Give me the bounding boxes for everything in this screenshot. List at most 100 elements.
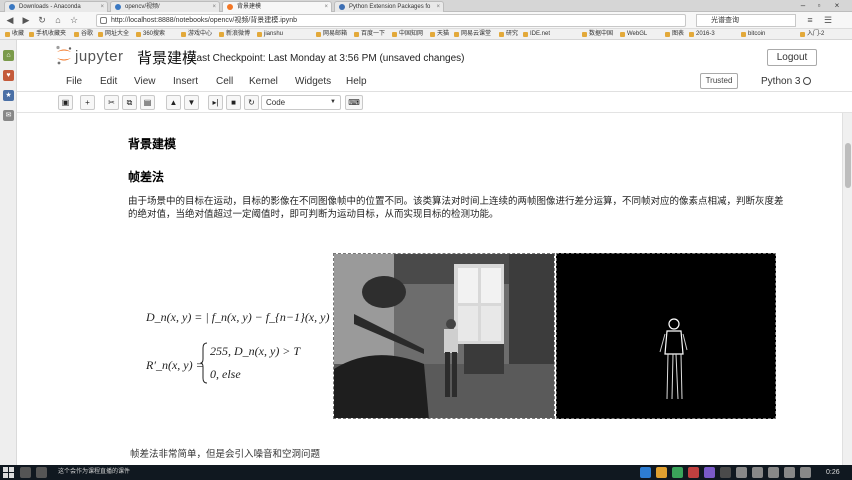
windows-start-icon[interactable] bbox=[3, 467, 14, 478]
sidebar-app-icon[interactable]: ♥ bbox=[3, 70, 14, 81]
bookmark-item[interactable]: 百度一下 bbox=[353, 30, 385, 39]
taskbar-app-icon[interactable] bbox=[704, 467, 715, 478]
copy-icon[interactable]: ⧉ bbox=[122, 95, 137, 110]
paste-icon[interactable]: ▤ bbox=[140, 95, 155, 110]
bookmark-item[interactable]: 游戏中心 bbox=[180, 30, 212, 39]
bookmark-item[interactable]: 入门-2 bbox=[799, 30, 824, 39]
bookmark-item[interactable]: 新浪微博 bbox=[218, 30, 250, 39]
menu-insert[interactable]: Insert bbox=[173, 76, 198, 87]
address-bar: ◀ ▶ ↻ ⌂ ☆ http://localhost:8888/notebook… bbox=[0, 12, 852, 29]
browser-tab[interactable]: opencv/视频/ × bbox=[110, 1, 220, 12]
scrollbar[interactable] bbox=[842, 113, 852, 465]
tab-label: Downloads - Anaconda bbox=[19, 4, 81, 10]
bookmark-item[interactable]: IDE.net bbox=[522, 30, 550, 39]
bookmark-item[interactable]: 2016-3 bbox=[688, 30, 715, 39]
scroll-thumb[interactable] bbox=[845, 143, 851, 188]
bookmark-item[interactable]: 网址大全 bbox=[97, 30, 129, 39]
volume-icon[interactable] bbox=[768, 467, 779, 478]
bookmark-item[interactable]: 网易邮箱 bbox=[315, 30, 347, 39]
close-icon[interactable]: × bbox=[100, 2, 104, 12]
difference-image bbox=[556, 253, 776, 419]
tray-icon[interactable] bbox=[736, 467, 747, 478]
input-method-icon[interactable] bbox=[800, 467, 811, 478]
home-icon[interactable]: ⌂ bbox=[52, 14, 64, 26]
tray-icon[interactable] bbox=[752, 467, 763, 478]
cut-icon[interactable]: ✂ bbox=[104, 95, 119, 110]
bookmark-item[interactable]: 手机收藏夹 bbox=[28, 30, 66, 39]
browser-tab[interactable]: Downloads - Anaconda × bbox=[4, 1, 108, 12]
maximize-icon[interactable]: ▫ bbox=[812, 0, 826, 11]
bookmark-item[interactable]: 360搜索 bbox=[135, 30, 165, 39]
browser-search-input[interactable]: 光谱查询 bbox=[696, 14, 796, 27]
cell-type-select[interactable]: Code ▼ bbox=[261, 95, 341, 110]
browser-tab[interactable]: Python Extension Packages fo × bbox=[334, 1, 444, 12]
extensions-icon[interactable]: ≡ bbox=[804, 14, 816, 26]
bookmark-item[interactable]: WebGL bbox=[619, 30, 647, 39]
taskbar-notice[interactable]: 这个会作为课程直播的课件 bbox=[58, 468, 130, 477]
restart-icon[interactable]: ↻ bbox=[244, 95, 259, 110]
sidebar-app-icon[interactable]: ★ bbox=[3, 90, 14, 101]
formula-threshold-case1: 255, D_n(x, y) > T bbox=[210, 344, 301, 358]
network-icon[interactable] bbox=[784, 467, 795, 478]
jupyter-wordmark[interactable]: jupyter bbox=[75, 48, 124, 65]
sidebar-app-icon[interactable]: ✉ bbox=[3, 110, 14, 121]
taskbar-app-icon[interactable] bbox=[640, 467, 651, 478]
close-icon[interactable]: × bbox=[324, 2, 328, 12]
jupyter-logo-icon[interactable] bbox=[55, 45, 73, 65]
close-window-icon[interactable]: × bbox=[830, 0, 844, 11]
taskbar-app-icon[interactable] bbox=[688, 467, 699, 478]
search-icon[interactable] bbox=[20, 467, 31, 478]
browser-sidebar: ⌂ ♥ ★ ✉ bbox=[0, 40, 17, 465]
back-icon[interactable]: ◀ bbox=[4, 14, 16, 26]
task-view-icon[interactable] bbox=[36, 467, 47, 478]
taskbar-app-icon[interactable] bbox=[720, 467, 731, 478]
taskbar-app-icon[interactable] bbox=[672, 467, 683, 478]
search-text: 光谱查询 bbox=[711, 17, 739, 24]
bookmark-item[interactable]: jianshu bbox=[256, 30, 283, 39]
menu-widgets[interactable]: Widgets bbox=[295, 76, 331, 87]
menu-icon[interactable]: ☰ bbox=[822, 14, 834, 26]
bookmark-item[interactable]: 中国知网 bbox=[391, 30, 423, 39]
kernel-status-icon bbox=[803, 77, 812, 85]
close-icon[interactable]: × bbox=[436, 2, 440, 12]
menu-edit[interactable]: Edit bbox=[100, 76, 117, 87]
sidebar-app-icon[interactable]: ⌂ bbox=[3, 50, 14, 61]
bookmark-item[interactable]: 谷歌 bbox=[73, 30, 93, 39]
formula-threshold-lhs: R′_n(x, y) = bbox=[146, 358, 204, 372]
notebook-toolbar: ▣ + ✂ ⧉ ▤ ▲ ▼ ▸| ■ ↻ Code ▼ ⌨ bbox=[17, 92, 852, 113]
bookmark-item[interactable]: bitcoin bbox=[740, 30, 765, 39]
taskbar-app-icon[interactable] bbox=[656, 467, 667, 478]
close-icon[interactable]: × bbox=[212, 2, 216, 12]
tab-favicon-icon bbox=[115, 4, 121, 10]
notebook-title[interactable]: 背景建模 bbox=[137, 47, 197, 68]
bookmark-item[interactable]: 图表 bbox=[664, 30, 684, 39]
browser-tab-active[interactable]: 背景建模 × bbox=[222, 1, 332, 12]
logout-button[interactable]: Logout bbox=[767, 49, 817, 66]
bookmark-item[interactable]: 收藏 bbox=[4, 30, 24, 39]
jupyter-header: jupyter 背景建模 Last Checkpoint: Last Monda… bbox=[17, 40, 852, 70]
move-up-icon[interactable]: ▲ bbox=[166, 95, 181, 110]
forward-icon[interactable]: ▶ bbox=[20, 14, 32, 26]
menu-view[interactable]: View bbox=[134, 76, 156, 87]
refresh-icon[interactable]: ↻ bbox=[36, 14, 48, 26]
keyboard-icon[interactable]: ⌨ bbox=[345, 95, 363, 110]
add-cell-icon[interactable]: + bbox=[80, 95, 95, 110]
menu-file[interactable]: File bbox=[66, 76, 82, 87]
trusted-badge[interactable]: Trusted bbox=[700, 73, 738, 89]
bookmark-item[interactable]: 天猫 bbox=[429, 30, 449, 39]
menu-cell[interactable]: Cell bbox=[216, 76, 233, 87]
menu-kernel[interactable]: Kernel bbox=[249, 76, 278, 87]
menu-help[interactable]: Help bbox=[346, 76, 367, 87]
bookmark-item[interactable]: 网易云课堂 bbox=[453, 30, 491, 39]
save-icon[interactable]: ▣ bbox=[58, 95, 73, 110]
minimize-icon[interactable]: – bbox=[796, 0, 810, 11]
bookmark-item[interactable]: 研究 bbox=[498, 30, 518, 39]
url-input[interactable]: http://localhost:8888/notebooks/opencv/视… bbox=[96, 14, 686, 27]
move-down-icon[interactable]: ▼ bbox=[184, 95, 199, 110]
bookmark-item[interactable]: 数据中国 bbox=[581, 30, 613, 39]
run-icon[interactable]: ▸| bbox=[208, 95, 223, 110]
star-icon[interactable]: ☆ bbox=[68, 14, 80, 26]
stop-icon[interactable]: ■ bbox=[226, 95, 241, 110]
brace-icon bbox=[200, 342, 208, 384]
cell-type-value: Code bbox=[266, 98, 286, 107]
